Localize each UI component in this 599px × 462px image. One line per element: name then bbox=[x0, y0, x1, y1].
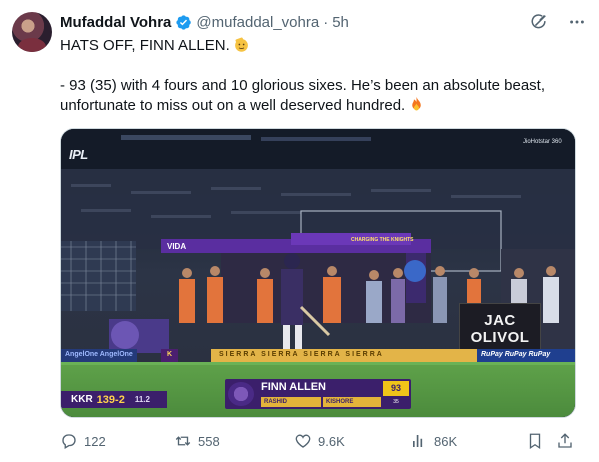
share-icon bbox=[558, 433, 572, 448]
action-bar: 122 558 9.6K 86K bbox=[60, 430, 576, 452]
top-actions bbox=[529, 12, 587, 32]
batter-balls: 35 bbox=[393, 399, 399, 405]
tweet[interactable]: Mufaddal Vohra @mufaddal_vohra · 5h HATS… bbox=[0, 0, 599, 462]
views-icon bbox=[413, 435, 423, 447]
advertising-strip: AngelOne AngelOne K SIERRA SIERRA SIERRA… bbox=[61, 349, 575, 362]
author-name[interactable]: Mufaddal Vohra bbox=[60, 14, 171, 31]
verified-badge-icon bbox=[175, 14, 192, 31]
batter-name: FINN ALLEN bbox=[261, 381, 326, 393]
team-scoreboard: KKR 139-2 11.2 bbox=[61, 391, 167, 408]
reply-button[interactable]: 122 bbox=[60, 430, 106, 452]
team-name: KKR bbox=[71, 394, 93, 405]
saluting-face-emoji-icon bbox=[233, 36, 250, 53]
views-button[interactable]: 86K bbox=[410, 430, 457, 452]
ad-sierra: SIERRA SIERRA SIERRA SIERRA bbox=[211, 349, 477, 362]
like-button[interactable]: 9.6K bbox=[294, 430, 345, 452]
player-b: KISHORE bbox=[323, 397, 381, 407]
reply-icon bbox=[62, 434, 76, 449]
media-image[interactable]: IPL JioHotstar 360 VIDA CHARGING THE KNI… bbox=[60, 128, 576, 418]
tweet-line-2: - 93 (35) with 4 fours and 10 glorious s… bbox=[60, 77, 546, 114]
avatar[interactable] bbox=[12, 12, 52, 52]
separator-dot: · bbox=[323, 13, 329, 31]
grok-icon[interactable] bbox=[529, 12, 549, 32]
retweet-icon bbox=[175, 436, 191, 446]
bookmark-button[interactable] bbox=[526, 430, 544, 452]
bookmark-icon bbox=[529, 433, 541, 450]
sponsor-board: JAC OLIVOL bbox=[459, 303, 541, 353]
ad-angelone: AngelOne AngelOne bbox=[61, 349, 137, 362]
fire-emoji-icon bbox=[408, 96, 425, 113]
ad-rupay: RuPay RuPay RuPay bbox=[477, 349, 575, 362]
retweet-count: 558 bbox=[198, 433, 220, 449]
views-count: 86K bbox=[434, 433, 458, 449]
team-overs: 11.2 bbox=[134, 395, 150, 404]
stand-label: VIDA bbox=[167, 242, 187, 251]
charge-label: CHARGING THE KNIGHTS bbox=[351, 237, 414, 243]
tweet-text: HATS OFF, FINN ALLEN. - 93 (35) with 4 f… bbox=[60, 36, 580, 116]
league-logo: IPL bbox=[69, 147, 88, 162]
retweet-button[interactable]: 558 bbox=[174, 430, 220, 452]
batter-scoreboard: FINN ALLEN 93 RASHID KISHORE 35 bbox=[225, 379, 411, 409]
stadium-photo bbox=[61, 129, 575, 417]
team-badge-icon bbox=[228, 382, 254, 406]
batter-score: 93 bbox=[383, 381, 409, 396]
heart-icon bbox=[295, 434, 311, 448]
broadcaster-caption: JioHotstar 360 bbox=[523, 139, 562, 145]
tweet-header: Mufaddal Vohra @mufaddal_vohra · 5h bbox=[60, 12, 349, 32]
reply-count: 122 bbox=[84, 433, 106, 449]
like-count: 9.6K bbox=[318, 433, 345, 449]
ad-k: K bbox=[161, 349, 179, 362]
tweet-line-1: HATS OFF, FINN ALLEN. bbox=[60, 36, 580, 56]
author-handle[interactable]: @mufaddal_vohra bbox=[196, 14, 319, 31]
share-button[interactable] bbox=[556, 430, 574, 452]
more-dots-icon[interactable] bbox=[567, 12, 587, 32]
timestamp[interactable]: 5h bbox=[332, 14, 349, 31]
team-runs: 139-2 bbox=[96, 393, 125, 406]
player-a: RASHID bbox=[261, 397, 321, 407]
